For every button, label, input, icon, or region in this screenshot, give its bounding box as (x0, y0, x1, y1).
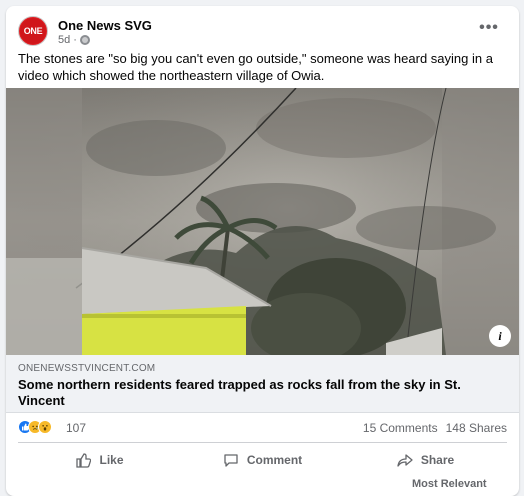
counts: 15 Comments 148 Shares (363, 421, 507, 435)
info-button[interactable]: i (489, 325, 511, 347)
reactions-summary[interactable] (18, 420, 52, 434)
avatar-logo: ONE (20, 18, 46, 44)
avatar[interactable]: ONE (18, 16, 48, 46)
like-button[interactable]: Like (18, 443, 181, 477)
share-icon (397, 454, 413, 467)
more-options-button[interactable]: ••• (477, 16, 501, 40)
post-card: ONE One News SVG 5d · ••• The stones are… (6, 6, 519, 496)
post-time[interactable]: 5d (58, 34, 70, 46)
post-text: The stones are "so big you can't even go… (18, 51, 493, 83)
link-image[interactable]: i (6, 88, 519, 355)
thumbs-up-icon (76, 453, 92, 468)
post-meta: 5d · (58, 34, 90, 46)
comment-sort-label[interactable]: Most Relevant (412, 478, 487, 490)
action-bar: Like Comment Share (18, 442, 507, 478)
share-button[interactable]: Share (344, 443, 507, 477)
ash-cloud-photo (6, 88, 519, 355)
comment-label: Comment (246, 453, 303, 467)
link-title[interactable]: Some northern residents feared trapped a… (18, 377, 507, 409)
link-preview[interactable]: ONENEWSSTVINCENT.COM Some northern resid… (6, 355, 519, 413)
share-label: Share (420, 453, 455, 467)
comment-button[interactable]: Comment (181, 443, 344, 477)
comments-count[interactable]: 15 Comments (363, 421, 438, 435)
globe-icon (79, 35, 90, 45)
link-domain: ONENEWSSTVINCENT.COM (18, 363, 156, 374)
shares-count[interactable]: 148 Shares (446, 421, 507, 435)
like-label: Like (99, 453, 124, 467)
comment-icon (224, 454, 238, 467)
meta-separator: · (73, 34, 77, 46)
engagement-stats: 107 15 Comments 148 Shares (18, 420, 507, 438)
wow-icon (38, 420, 52, 434)
reaction-count[interactable]: 107 (66, 421, 86, 435)
page-name-link[interactable]: One News SVG (58, 18, 152, 33)
post-header: ONE One News SVG 5d · ••• (18, 16, 509, 50)
